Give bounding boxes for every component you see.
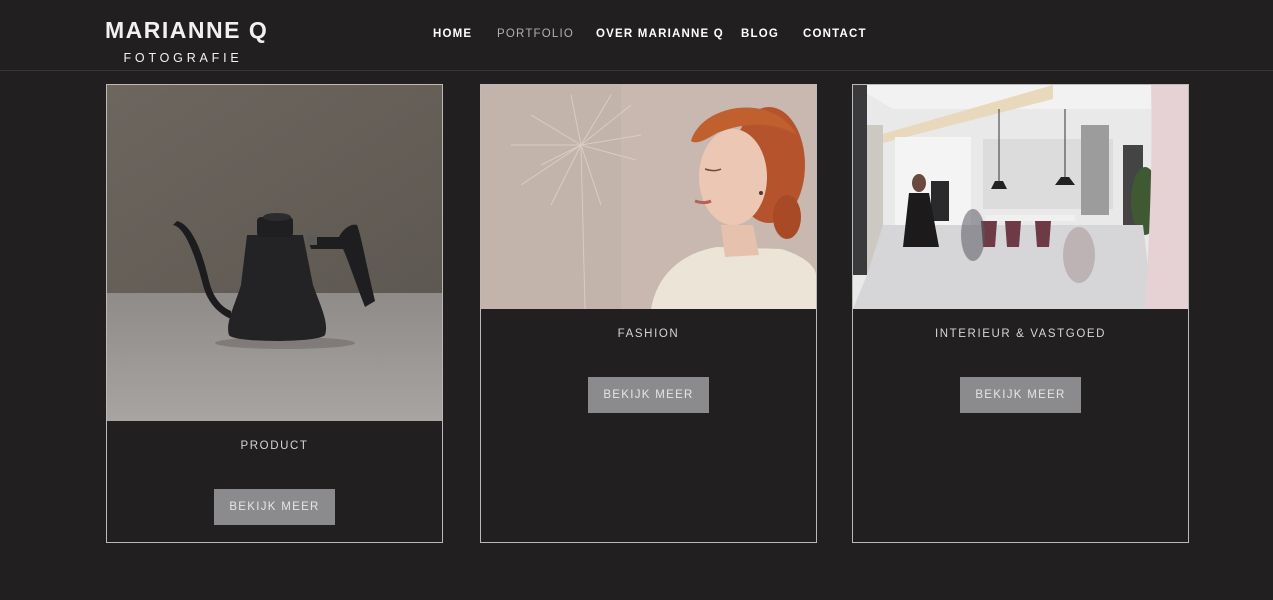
nav-blog[interactable]: BLOG	[741, 28, 779, 40]
site-header: MARIANNE Q FOTOGRAFIE HOME PORTFOLIO OVE…	[0, 0, 1273, 71]
bekijk-meer-button-product[interactable]: BEKIJK MEER	[214, 489, 335, 525]
interior-photo[interactable]	[853, 85, 1188, 309]
bekijk-meer-button-fashion[interactable]: BEKIJK MEER	[588, 377, 709, 413]
portfolio-card-fashion: FASHION BEKIJK MEER	[480, 84, 817, 543]
logo[interactable]: MARIANNE Q FOTOGRAFIE	[105, 16, 275, 65]
logo-name: MARIANNE Q	[105, 17, 269, 43]
nav-home[interactable]: HOME	[433, 28, 472, 40]
nav-contact[interactable]: CONTACT	[803, 28, 867, 40]
nav-portfolio[interactable]: PORTFOLIO	[497, 28, 574, 40]
card-title-interieur: INTERIEUR & VASTGOED	[934, 328, 1107, 340]
nav-over-marianne-q[interactable]: OVER MARIANNE Q	[596, 28, 724, 40]
portfolio-card-interieur: INTERIEUR & VASTGOED BEKIJK MEER	[852, 84, 1189, 543]
kettle-photo[interactable]	[107, 85, 442, 421]
portrait-photo[interactable]	[481, 85, 816, 309]
logo-subtitle: FOTOGRAFIE	[123, 51, 243, 65]
card-title-product: PRODUCT	[240, 440, 309, 452]
portfolio-card-product: PRODUCT BEKIJK MEER	[106, 84, 443, 543]
card-title-fashion: FASHION	[617, 328, 680, 340]
bekijk-meer-button-interieur[interactable]: BEKIJK MEER	[960, 377, 1081, 413]
